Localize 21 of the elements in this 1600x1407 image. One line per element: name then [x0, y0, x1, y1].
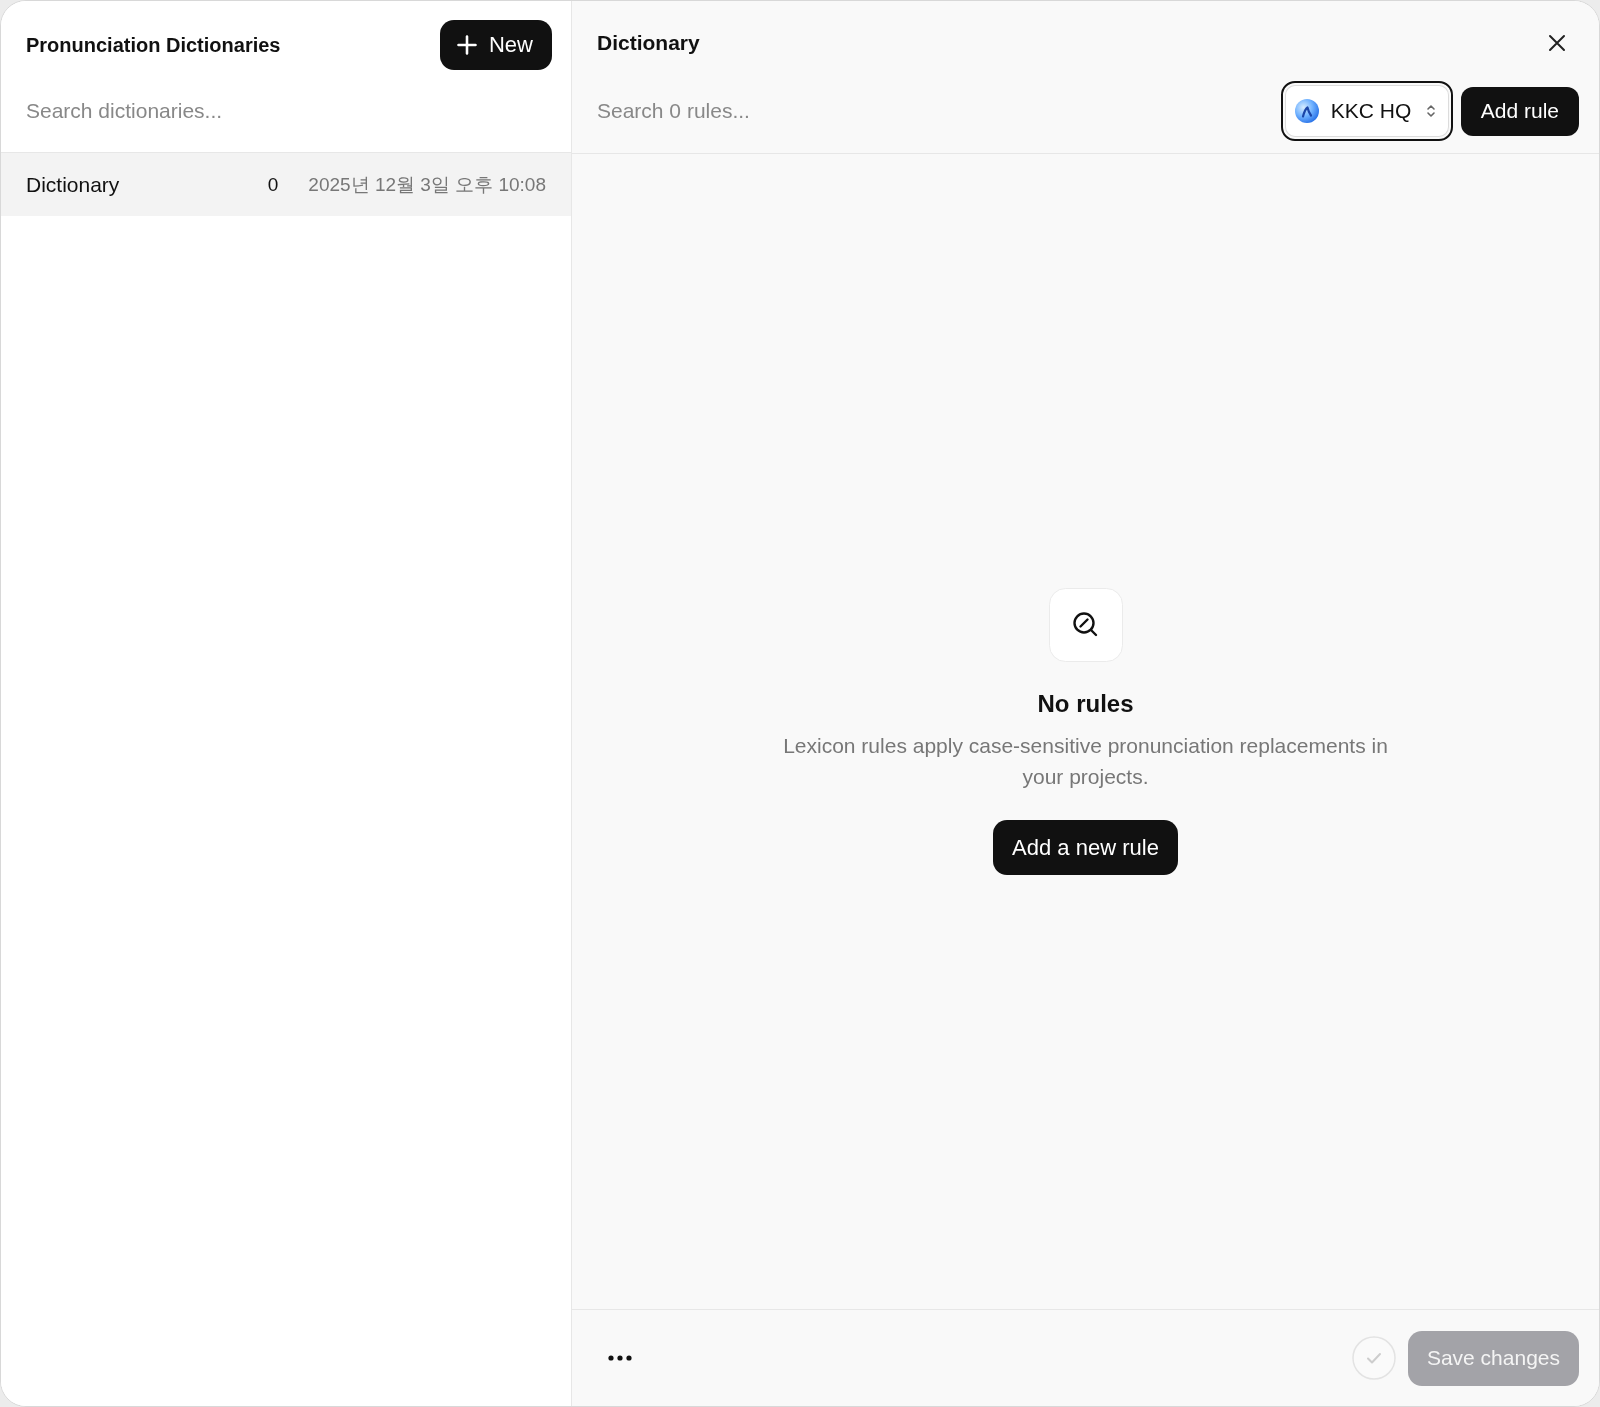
updated-date: 2025년 12월 3일 오후 10:08: [308, 172, 546, 197]
empty-state-description: Lexicon rules apply case-sensitive pronunciation replacements in your projects.: [782, 733, 1389, 790]
dictionary-name: Dictionary: [26, 172, 121, 197]
add-new-rule-button[interactable]: Add a new rule: [993, 820, 1178, 875]
dictionary-row[interactable]: Dictionary 0 2025년 12월 3일 오후 10:08: [1, 153, 571, 216]
rule-count: 0: [267, 173, 279, 196]
more-icon[interactable]: [608, 1355, 632, 1361]
close-icon[interactable]: [1548, 34, 1566, 52]
workspace-avatar-icon: [1294, 99, 1319, 123]
search-field[interactable]: Search dictionaries...: [26, 90, 552, 132]
check-circle-icon: [1351, 1336, 1396, 1380]
new-button[interactable]: New: [440, 20, 552, 70]
search-slash-icon: [1048, 588, 1123, 662]
sidebar-title: Pronunciation Dictionaries: [26, 33, 281, 57]
chevron-updown-icon: [1424, 102, 1437, 120]
plus-icon: [457, 35, 477, 55]
workspace-select[interactable]: KKC HQ: [1280, 81, 1453, 141]
empty-state-title: No rules: [1037, 689, 1134, 719]
detail-title: Dictionary: [597, 31, 700, 55]
search-field[interactable]: Search 0 rules...: [597, 90, 1273, 132]
add-rule-button[interactable]: Add rule: [1460, 86, 1579, 136]
